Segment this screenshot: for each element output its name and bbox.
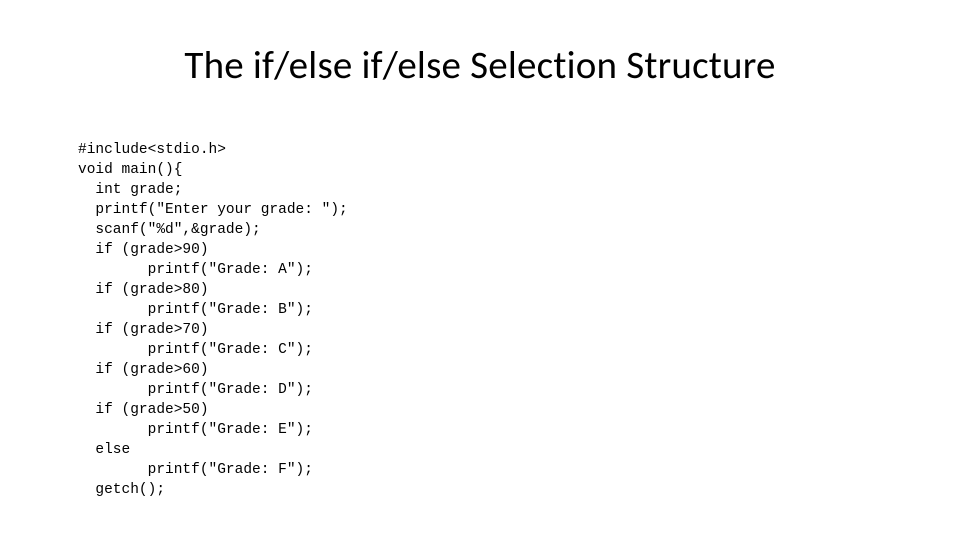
slide-title: The if/else if/else Selection Structure [0, 42, 960, 89]
code-block: #include<stdio.h> void main(){ int grade… [78, 140, 348, 500]
slide: The if/else if/else Selection Structure … [0, 0, 960, 540]
